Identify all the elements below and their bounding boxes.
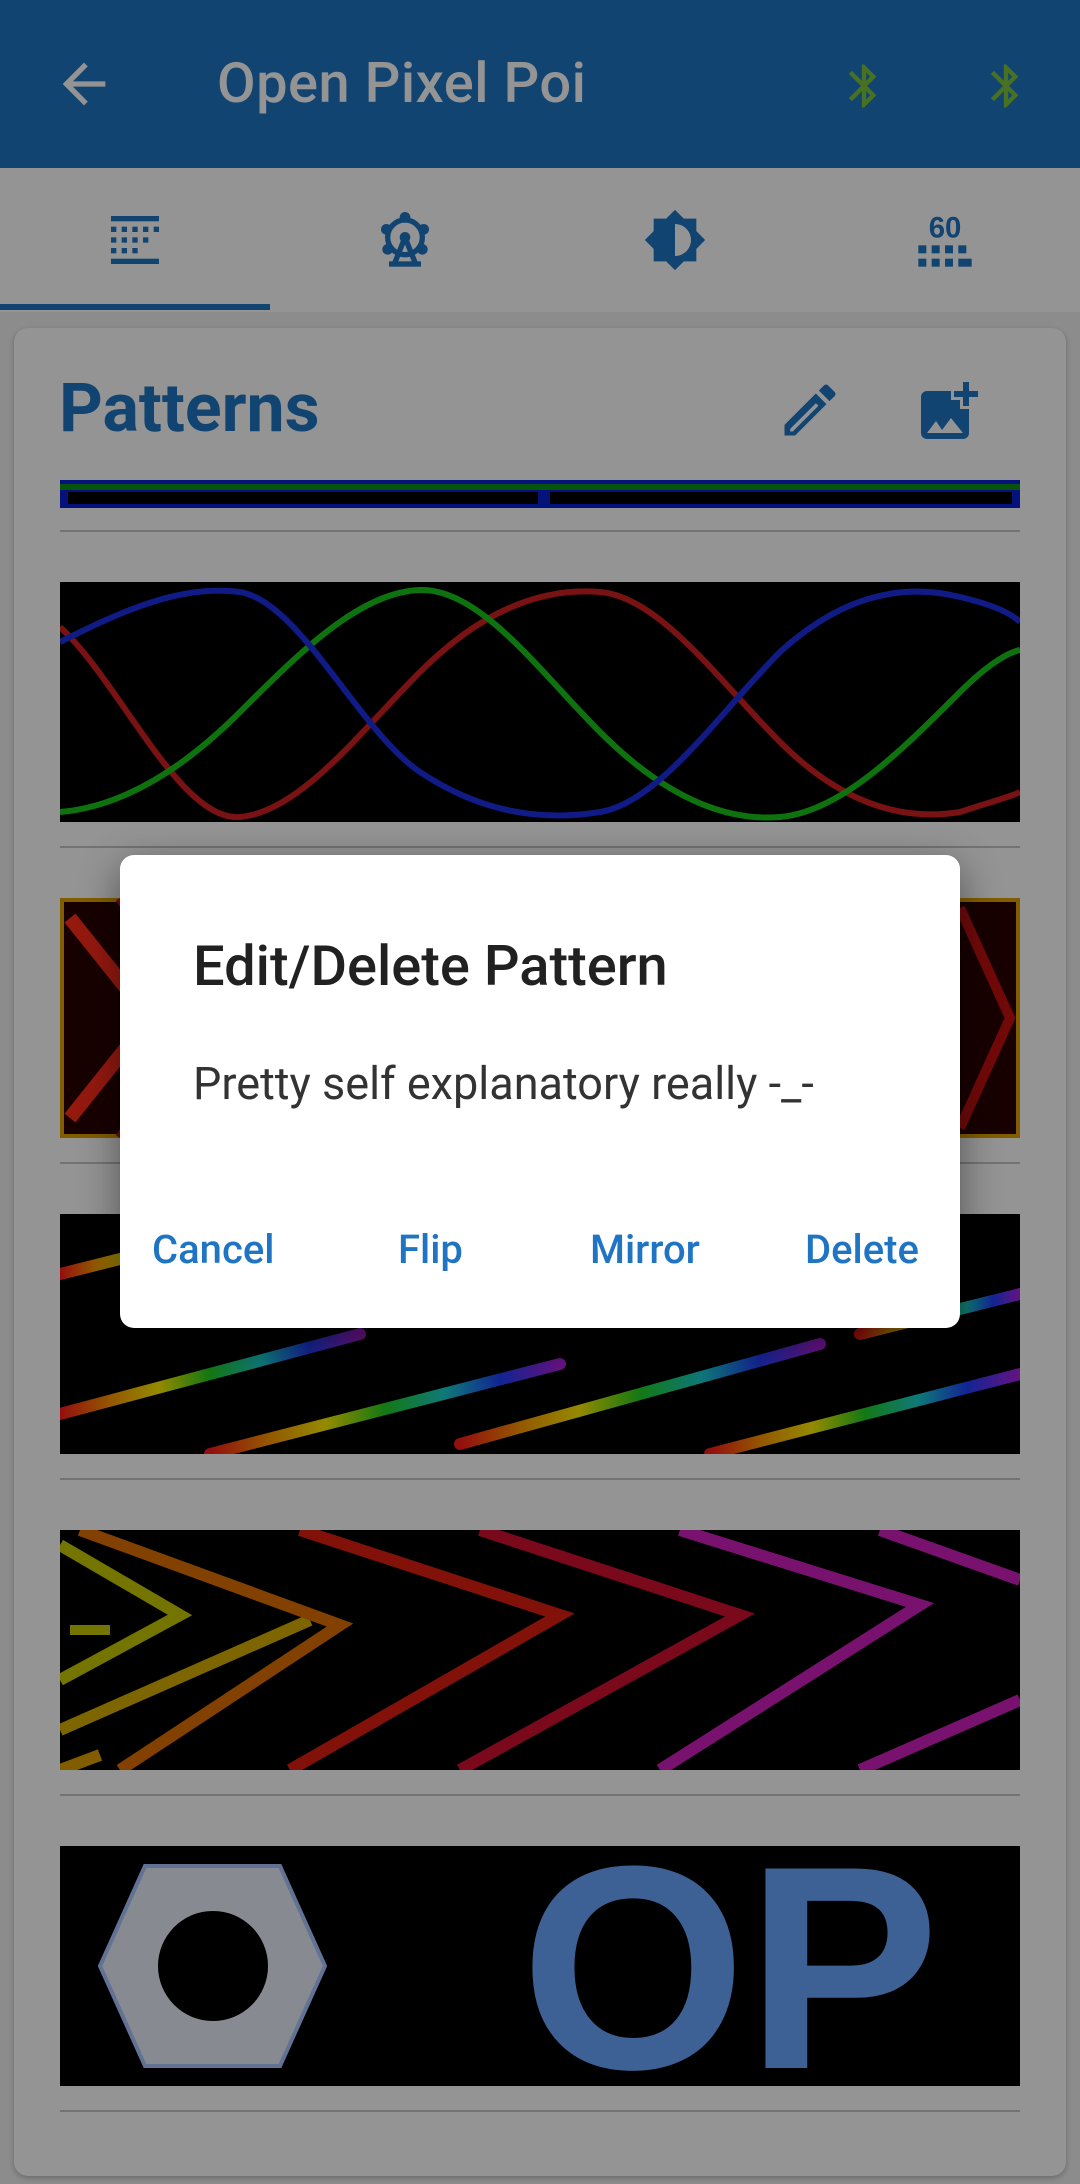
cancel-button[interactable]: Cancel	[152, 1226, 274, 1273]
dialog-message: Pretty self explanatory really -_-	[193, 1057, 814, 1110]
dialog-title: Edit/Delete Pattern	[193, 933, 668, 999]
mirror-button[interactable]: Mirror	[590, 1226, 700, 1273]
flip-button[interactable]: Flip	[398, 1226, 463, 1273]
delete-button[interactable]: Delete	[805, 1226, 919, 1273]
edit-delete-dialog: Edit/Delete Pattern Pretty self explanat…	[120, 855, 960, 1328]
